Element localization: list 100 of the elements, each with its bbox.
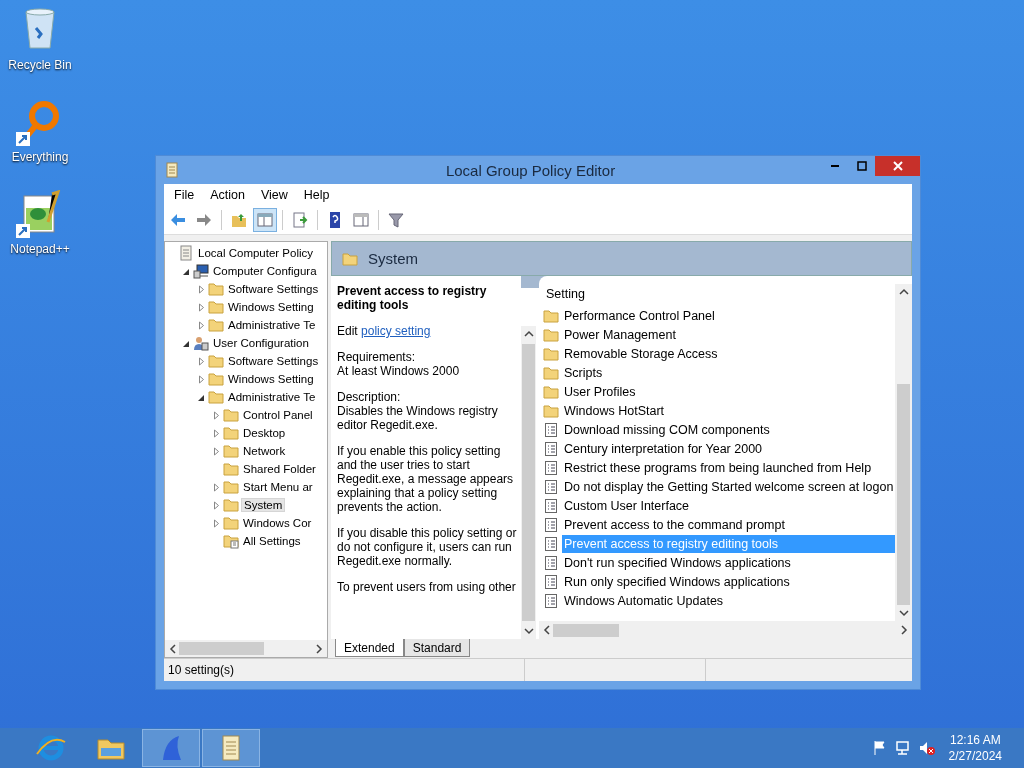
- scrollbar-thumb[interactable]: [553, 623, 619, 637]
- tree-item[interactable]: Desktop: [241, 427, 288, 439]
- setting-row[interactable]: User Profiles: [562, 382, 896, 401]
- tree-item[interactable]: Shared Folder: [241, 463, 318, 475]
- setting-row[interactable]: Removable Storage Access: [562, 344, 896, 363]
- tree-item[interactable]: Administrative Te: [226, 319, 318, 331]
- tree-item[interactable]: Administrative Te: [226, 391, 318, 403]
- tree-item[interactable]: User Configuration: [211, 337, 311, 349]
- setting-row[interactable]: Don't run specified Windows applications: [562, 553, 896, 572]
- folder-icon: [342, 250, 358, 267]
- setting-row[interactable]: Restrict these programs from being launched from Help: [562, 458, 896, 477]
- setting-row[interactable]: Custom User Interface: [562, 496, 896, 515]
- menu-item[interactable]: Help: [295, 188, 338, 202]
- collapsed-arrow-icon[interactable]: [197, 374, 206, 384]
- taskbar-button[interactable]: [142, 729, 200, 767]
- view-tab[interactable]: Extended: [335, 639, 404, 657]
- folder-icon: [543, 402, 559, 419]
- setting-row[interactable]: Scripts: [562, 363, 896, 382]
- window-title: Local Group Policy Editor: [444, 161, 617, 179]
- desktop-icon-label[interactable]: Notepad++: [10, 242, 70, 256]
- scroll-down-icon[interactable]: [523, 627, 534, 635]
- collapsed-arrow-icon[interactable]: [197, 356, 206, 366]
- user-icon: [193, 335, 209, 351]
- view-tab[interactable]: Standard: [403, 639, 471, 657]
- tree-item[interactable]: Start Menu ar: [241, 481, 315, 493]
- policy-setting-link[interactable]: policy setting: [361, 324, 431, 338]
- tree-item[interactable]: All Settings: [241, 535, 303, 547]
- collapsed-arrow-icon[interactable]: [212, 518, 221, 528]
- collapsed-arrow-icon[interactable]: [212, 410, 221, 420]
- scroll-left-icon[interactable]: [543, 625, 551, 635]
- folder-icon: [208, 317, 224, 333]
- tree-item[interactable]: Network: [241, 445, 288, 457]
- folder-icon: [208, 371, 224, 387]
- setting-row[interactable]: Power Management: [562, 325, 896, 344]
- column-header[interactable]: Setting: [543, 284, 896, 303]
- horizontal-scrollbar[interactable]: [539, 621, 912, 639]
- up-folder-icon: [230, 211, 248, 229]
- setting-row[interactable]: Windows HotStart: [562, 401, 896, 420]
- scroll-right-icon[interactable]: [900, 625, 908, 635]
- menu-item[interactable]: Action: [202, 188, 253, 202]
- tree-item[interactable]: Software Settings: [226, 355, 321, 367]
- tree-item[interactable]: Computer Configura: [211, 265, 319, 277]
- tree-item[interactable]: Windows Setting: [226, 301, 316, 313]
- policy-document-icon: [543, 478, 559, 495]
- collapsed-arrow-icon[interactable]: [197, 302, 206, 312]
- scroll-right-icon[interactable]: [315, 643, 323, 654]
- scroll-left-icon[interactable]: [169, 643, 177, 654]
- flag-icon[interactable]: [872, 740, 887, 756]
- settings-list-icon: [223, 533, 239, 549]
- tree-item[interactable]: Control Panel: [241, 409, 315, 421]
- scroll-up-icon[interactable]: [523, 330, 534, 338]
- collapsed-arrow-icon[interactable]: [212, 446, 221, 456]
- tree-item[interactable]: System: [241, 498, 286, 512]
- scrollbar-thumb[interactable]: [179, 642, 264, 655]
- scrollbar-thumb[interactable]: [522, 344, 535, 621]
- tree-item[interactable]: Windows Setting: [226, 373, 316, 385]
- setting-row[interactable]: Windows Automatic Updates: [562, 591, 896, 610]
- muted-speaker-icon[interactable]: [918, 740, 935, 756]
- menu-item[interactable]: View: [252, 188, 296, 202]
- setting-row[interactable]: Prevent access to the command prompt: [562, 515, 896, 534]
- description-text: If you disable this policy setting or do not configure it, users can run Regedit.exe normally.: [337, 526, 518, 568]
- collapsed-arrow-icon[interactable]: [212, 428, 221, 438]
- policy-document-icon: [178, 245, 194, 261]
- folder-icon: [543, 307, 559, 324]
- collapsed-arrow-icon[interactable]: [197, 320, 206, 330]
- clock[interactable]: 12:16 AM 2/27/2024: [948, 732, 1002, 764]
- setting-row[interactable]: Run only specified Windows applications: [562, 572, 896, 591]
- scroll-down-icon[interactable]: [898, 609, 909, 617]
- setting-row[interactable]: Century interpretation for Year 2000: [562, 439, 896, 458]
- minimize-icon: [830, 165, 839, 167]
- tree-item[interactable]: Windows Cor: [241, 517, 314, 529]
- desktop-icon-label[interactable]: Everything: [11, 150, 69, 164]
- tree-item[interactable]: Local Computer Policy: [196, 247, 316, 259]
- horizontal-scrollbar[interactable]: [165, 640, 327, 657]
- vertical-scrollbar[interactable]: [521, 326, 536, 639]
- setting-row[interactable]: Download missing COM components: [562, 420, 896, 439]
- menu-item[interactable]: File: [166, 188, 203, 202]
- show-hide-tree-button[interactable]: [253, 208, 277, 232]
- collapsed-arrow-icon[interactable]: [212, 500, 221, 510]
- show-hide-tree-icon: [256, 211, 274, 229]
- description-text: If you enable this policy setting and the user tries to start Regedit.exe, a message appears explaining that a policy setting prevents the action.: [337, 444, 515, 514]
- status-text: 10 setting(s): [167, 663, 236, 677]
- network-icon[interactable]: [894, 740, 911, 756]
- forward-icon: [195, 211, 213, 229]
- scroll-up-icon[interactable]: [898, 288, 909, 296]
- collapsed-arrow-icon[interactable]: [212, 482, 221, 492]
- vertical-scrollbar[interactable]: [895, 284, 912, 621]
- folder-icon: [208, 281, 224, 297]
- policy-title: Prevent access to registry editing tools: [337, 284, 488, 312]
- collapsed-arrow-icon[interactable]: [197, 284, 206, 294]
- setting-row[interactable]: Performance Control Panel: [562, 306, 896, 325]
- clock-time: 12:16 AM: [948, 732, 1002, 748]
- taskbar-button[interactable]: [202, 729, 260, 767]
- policy-document-icon: [543, 497, 559, 514]
- tree-item[interactable]: Software Settings: [226, 283, 321, 295]
- close-icon: [892, 161, 903, 171]
- setting-row[interactable]: Do not display the Getting Started welcome screen at logon: [562, 477, 896, 496]
- close-button[interactable]: [875, 156, 920, 176]
- folder-icon: [223, 443, 239, 459]
- scrollbar-thumb[interactable]: [897, 384, 911, 605]
